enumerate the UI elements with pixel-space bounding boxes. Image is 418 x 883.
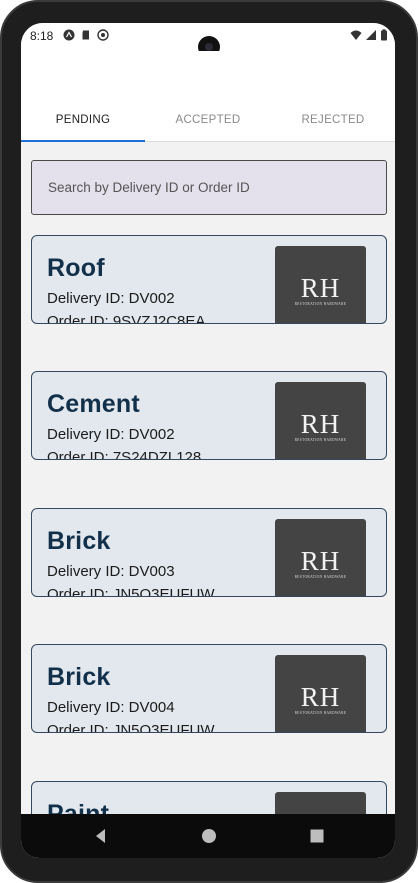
delivery-title: Brick: [47, 527, 111, 555]
logo-mark: RH: [300, 273, 341, 303]
status-icons-right: [350, 29, 388, 41]
delivery-title: Roof: [47, 254, 105, 282]
logo-subtitle: RESTORATION HARDWARE: [294, 302, 347, 306]
signal-icon: [366, 30, 376, 40]
product-logo: RH RESTORATION HARDWARE: [275, 246, 366, 323]
delivery-card[interactable]: Cement Delivery ID: DV002 Order ID: 7S24…: [31, 371, 387, 460]
delivery-id: Delivery ID: DV002: [47, 426, 175, 443]
delivery-id: Delivery ID: DV003: [47, 563, 175, 580]
logo-mark: RH: [300, 409, 341, 439]
home-icon[interactable]: [198, 825, 220, 847]
delivery-card[interactable]: Roof Delivery ID: DV002 Order ID: 9SVZJ2…: [31, 235, 387, 324]
screen: 8:18 PENDING ACCEPTED REJECTED Search by…: [21, 23, 395, 858]
delivery-title: Cement: [47, 390, 140, 418]
order-id: Order ID: 9SVZJ2C8EA: [47, 313, 206, 324]
tab-accepted[interactable]: ACCEPTED: [146, 105, 270, 141]
tab-label: ACCEPTED: [175, 114, 241, 126]
phone-frame: 8:18 PENDING ACCEPTED REJECTED Search by…: [0, 0, 418, 883]
sd-card-icon: [82, 30, 89, 40]
delivery-card[interactable]: Brick Delivery ID: DV003 Order ID: JN5Q3…: [31, 508, 387, 597]
search-input[interactable]: [32, 161, 386, 214]
tab-rejected[interactable]: REJECTED: [271, 105, 395, 141]
android-icon: [63, 29, 75, 41]
product-logo: RH RESTORATION HARDWARE: [275, 655, 366, 732]
sync-icon: [97, 29, 109, 41]
tab-bar: PENDING ACCEPTED REJECTED: [21, 105, 395, 142]
recents-icon[interactable]: [306, 825, 328, 847]
order-id: Order ID: JN5Q3EUFUW: [47, 722, 215, 733]
tab-indicator: [21, 140, 145, 142]
delivery-id: Delivery ID: DV002: [47, 290, 175, 307]
back-icon[interactable]: [90, 825, 112, 847]
tab-pending[interactable]: PENDING: [21, 105, 145, 142]
status-icons-left: [63, 29, 109, 41]
logo-mark: RH: [300, 546, 341, 576]
delivery-id: Delivery ID: DV004: [47, 699, 175, 716]
status-time: 8:18: [30, 29, 54, 43]
order-id: Order ID: 7S24DZL128: [47, 449, 202, 460]
product-logo: RH RESTORATION HARDWARE: [275, 519, 366, 596]
battery-icon: [381, 29, 387, 41]
search-box: [31, 160, 387, 215]
tab-label: PENDING: [55, 114, 111, 126]
logo-mark: RH: [300, 682, 341, 712]
delivery-title: Brick: [47, 663, 111, 691]
logo-subtitle: RESTORATION HARDWARE: [294, 575, 347, 579]
product-logo: RH RESTORATION HARDWARE: [275, 382, 366, 459]
order-id: Order ID: JN5Q3EUFUW: [47, 586, 215, 597]
logo-subtitle: RESTORATION HARDWARE: [294, 438, 347, 442]
delivery-card[interactable]: Brick Delivery ID: DV004 Order ID: JN5Q3…: [31, 644, 387, 733]
system-nav-bar: [21, 814, 395, 858]
tab-label: REJECTED: [301, 114, 365, 126]
logo-subtitle: RESTORATION HARDWARE: [294, 711, 347, 715]
app-header: [21, 51, 395, 113]
wifi-icon: [350, 30, 362, 40]
